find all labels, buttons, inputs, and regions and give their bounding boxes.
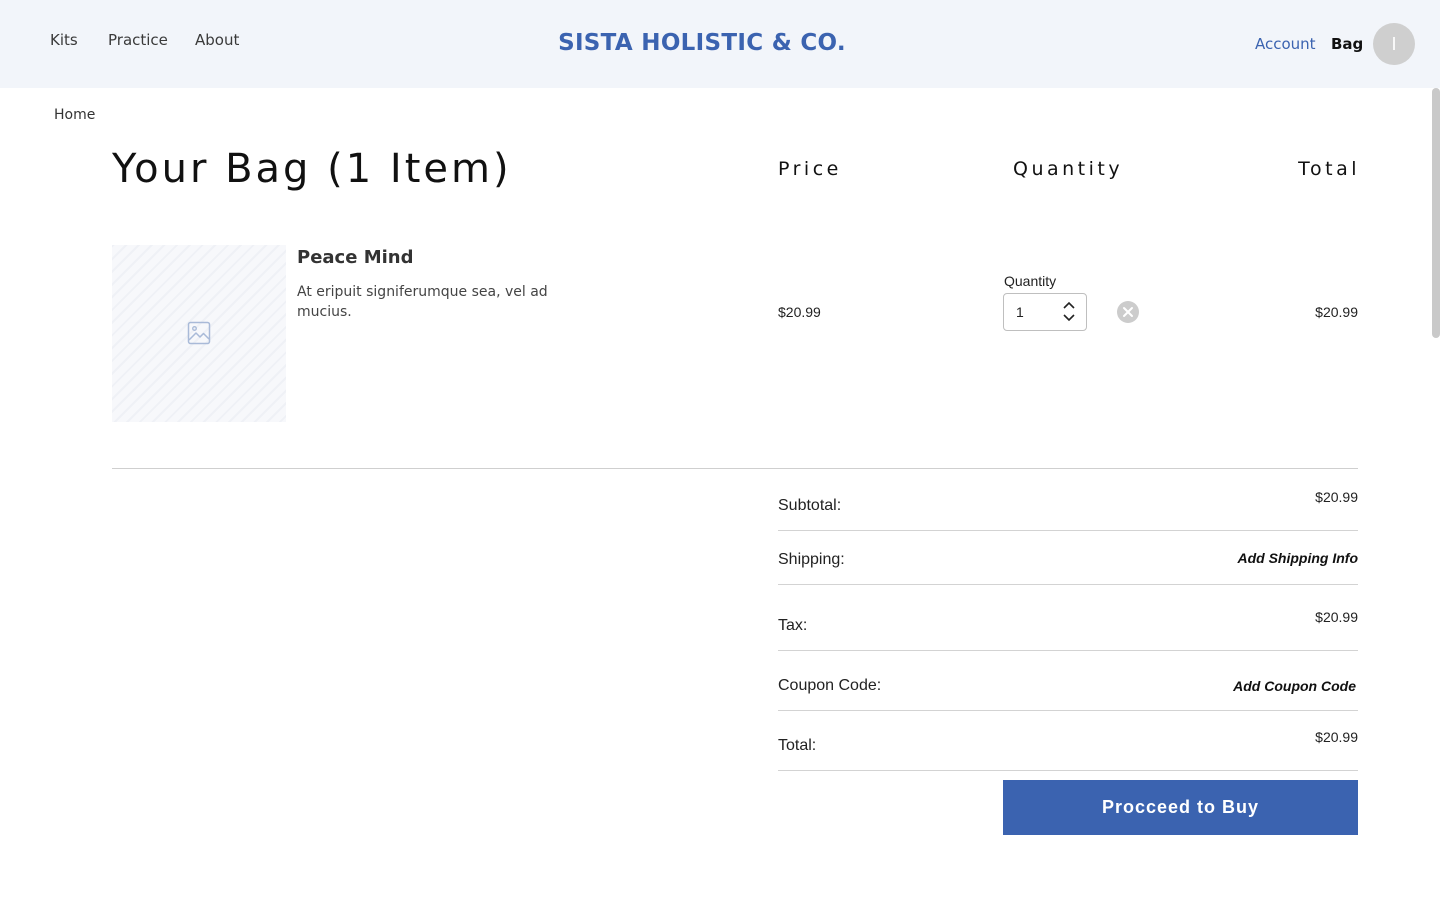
summary-divider — [778, 710, 1358, 711]
column-header-price: Price — [778, 158, 842, 180]
quantity-value: 1 — [1016, 304, 1024, 320]
site-header: Kits Practice About SISTA HOLISTIC & CO.… — [0, 0, 1440, 88]
column-header-total: Total — [1298, 158, 1360, 180]
bag-link[interactable]: Bag — [1331, 35, 1363, 53]
product-image[interactable] — [112, 245, 286, 422]
add-coupon-code-link[interactable]: Add Coupon Code — [1233, 678, 1356, 694]
brand-logo-container: SISTA HOLISTIC & CO. — [0, 30, 1404, 56]
summary-divider — [778, 770, 1358, 771]
shipping-label: Shipping: — [778, 551, 845, 568]
items-divider — [112, 468, 1358, 469]
product-name[interactable]: Peace Mind — [297, 247, 413, 268]
page-title: Your Bag (1 Item) — [112, 146, 512, 192]
tax-label: Tax: — [778, 617, 808, 634]
image-placeholder-icon — [187, 321, 211, 345]
coupon-label: Coupon Code: — [778, 677, 882, 694]
total-value: $20.99 — [1315, 729, 1358, 745]
summary-divider — [778, 584, 1358, 585]
proceed-to-buy-button[interactable]: Procceed to Buy — [1003, 780, 1358, 835]
summary-divider — [778, 650, 1358, 651]
subtotal-value: $20.99 — [1315, 489, 1358, 505]
total-label: Total: — [778, 737, 817, 754]
item-price: $20.99 — [778, 304, 821, 320]
breadcrumb-home[interactable]: Home — [54, 107, 95, 123]
avatar-initial: I — [1391, 33, 1397, 54]
brand-logo[interactable]: SISTA HOLISTIC & CO. — [558, 30, 846, 56]
chevron-down-icon[interactable] — [1062, 313, 1076, 323]
subtotal-label: Subtotal: — [778, 497, 842, 514]
column-header-quantity: Quantity — [1013, 158, 1124, 180]
account-link[interactable]: Account — [1255, 35, 1316, 53]
remove-item-icon[interactable] — [1117, 301, 1139, 323]
quantity-stepper[interactable]: 1 — [1003, 293, 1087, 331]
quantity-label: Quantity — [1004, 273, 1057, 289]
avatar[interactable]: I — [1373, 23, 1415, 65]
tax-value: $20.99 — [1315, 609, 1358, 625]
chevron-up-icon[interactable] — [1062, 300, 1076, 310]
product-description: At eripuit signiferumque sea, vel ad muc… — [297, 284, 548, 320]
add-shipping-info-link[interactable]: Add Shipping Info — [1237, 550, 1358, 566]
scrollbar-thumb[interactable] — [1432, 88, 1440, 338]
summary-divider — [778, 530, 1358, 531]
item-total: $20.99 — [1315, 304, 1358, 320]
